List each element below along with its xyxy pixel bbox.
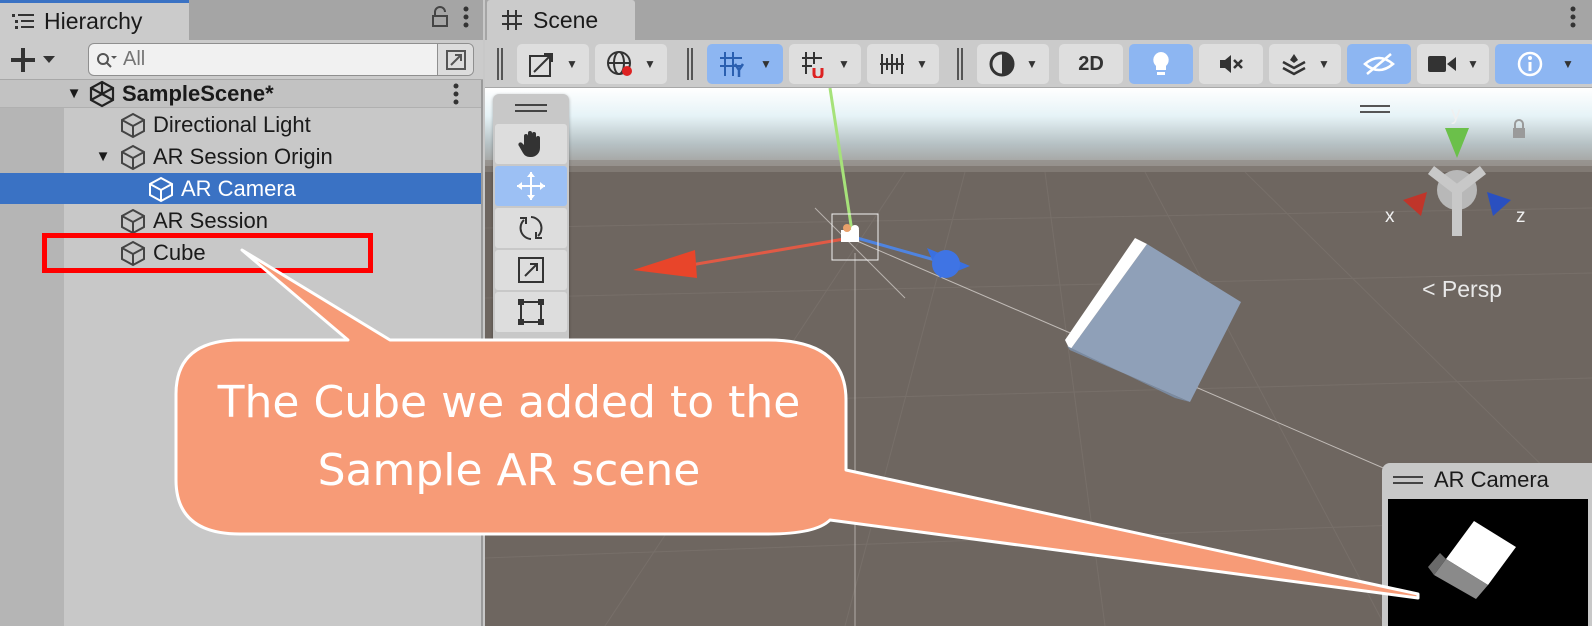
- scene-tab-bar: Scene: [485, 0, 1592, 40]
- rotate-icon: [519, 216, 543, 240]
- search-icon: [97, 52, 117, 68]
- scale-tool-button[interactable]: [495, 250, 567, 290]
- grid-hash-icon: [502, 10, 522, 30]
- projection-label: Persp: [1441, 276, 1502, 302]
- hierarchy-toolbar: [0, 40, 483, 80]
- expand-arrow-icon[interactable]: ▼: [66, 85, 82, 102]
- scale-icon: [518, 257, 544, 283]
- camera-preview-header[interactable]: AR Camera: [1382, 463, 1592, 497]
- shaded-sphere-icon: [989, 51, 1015, 77]
- info-icon: [1517, 51, 1543, 77]
- layers-effects-icon: [1282, 54, 1306, 76]
- rect-transform-icon: [529, 53, 554, 77]
- globe-icon: [607, 51, 633, 76]
- more-options-icon[interactable]: [453, 83, 459, 105]
- tool-palette-handle[interactable]: [493, 94, 569, 122]
- hierarchy-item-label: AR Session: [153, 207, 268, 233]
- tool-palette: [493, 94, 569, 344]
- more-options-icon[interactable]: [1570, 6, 1576, 28]
- list-icon: [12, 13, 34, 29]
- hand-icon: [518, 131, 540, 158]
- hierarchy-item-label: AR Camera: [181, 175, 296, 201]
- scene-title: Scene: [533, 6, 599, 33]
- chevron-left-icon: <: [1422, 276, 1436, 302]
- expand-arrow-icon[interactable]: ▼: [95, 148, 111, 165]
- hierarchy-item-ar-camera[interactable]: AR Camera: [0, 173, 481, 204]
- toggle-2d-label: 2D: [1078, 52, 1104, 75]
- scene-name: SampleScene*: [122, 80, 274, 106]
- light-bulb-icon: [1153, 52, 1169, 75]
- audio-toggle[interactable]: [1199, 44, 1263, 84]
- toggle-2d-button[interactable]: 2D: [1059, 44, 1123, 84]
- gameobject-cube-icon: [149, 176, 173, 202]
- unity-logo-icon: [89, 80, 115, 107]
- hierarchy-tab-bar: Hierarchy: [0, 0, 483, 40]
- transform-tools-dropdown[interactable]: ▼: [517, 44, 589, 84]
- hierarchy-title: Hierarchy: [44, 8, 143, 34]
- expand-search-icon: [445, 49, 466, 70]
- drag-handle-icon: [1393, 476, 1423, 484]
- hierarchy-item-directional-light[interactable]: Directional Light: [0, 109, 481, 140]
- projection-toggle[interactable]: < Persp: [1422, 276, 1502, 303]
- annotation-line-2: Sample AR scene: [317, 445, 701, 496]
- hand-tool-button[interactable]: [495, 124, 567, 164]
- global-local-dropdown[interactable]: ▼: [595, 44, 667, 84]
- search-field[interactable]: [88, 43, 474, 76]
- scene-toolbar: ▼ ▼ ▼ ▼ ▼ ▼ 2D ▼ ▼ ▼: [485, 40, 1592, 88]
- search-by-type-button[interactable]: [437, 44, 473, 75]
- gameobject-cube-icon: [121, 208, 145, 234]
- chevron-down-icon: [43, 56, 55, 63]
- axis-label-y: y: [1451, 104, 1461, 125]
- increment-snap-dropdown[interactable]: ▼: [867, 44, 939, 84]
- camera-preview: AR Camera: [1382, 463, 1592, 626]
- effects-dropdown[interactable]: ▼: [1269, 44, 1341, 84]
- lighting-toggle[interactable]: [1129, 44, 1193, 84]
- gameobject-cube-icon: [121, 144, 145, 170]
- hierarchy-item-ar-session[interactable]: AR Session: [0, 205, 481, 236]
- eye-hidden-icon: [1363, 53, 1395, 75]
- snap-dropdown[interactable]: ▼: [789, 44, 861, 84]
- cube-highlight-box: [42, 233, 373, 273]
- rect-icon: [518, 299, 544, 325]
- grid-y-icon: [720, 52, 745, 77]
- camera-preview-view: [1388, 499, 1588, 626]
- axis-label-z: z: [1516, 206, 1526, 227]
- draw-mode-dropdown[interactable]: ▼: [977, 44, 1049, 84]
- tab-hierarchy[interactable]: Hierarchy: [0, 0, 189, 40]
- camera-preview-title: AR Camera: [1434, 467, 1549, 492]
- hierarchy-item-label: Directional Light: [153, 111, 311, 137]
- axis-label-x: x: [1385, 206, 1395, 227]
- hierarchy-item-ar-session-origin[interactable]: ▼ AR Session Origin: [0, 141, 481, 172]
- hierarchy-item-label: AR Session Origin: [153, 143, 333, 169]
- gameobject-cube-icon: [121, 112, 145, 138]
- scene-visibility-toggle[interactable]: [1347, 44, 1411, 84]
- more-options-icon[interactable]: [463, 6, 469, 28]
- grid-toggle[interactable]: ▼: [707, 44, 783, 84]
- audio-mute-icon: [1220, 55, 1243, 73]
- move-tool-button[interactable]: [495, 166, 567, 206]
- tab-scene[interactable]: Scene: [487, 0, 635, 40]
- camera-settings-dropdown[interactable]: ▼: [1417, 44, 1489, 84]
- annotation-line-1: The Cube we added to the: [217, 377, 801, 428]
- gizmos-dropdown[interactable]: ▼: [1495, 44, 1592, 84]
- snap-magnet-icon: [802, 52, 824, 78]
- add-object-button[interactable]: [10, 44, 68, 76]
- toolbar-grip[interactable]: [957, 48, 963, 80]
- rotate-tool-button[interactable]: [495, 208, 567, 248]
- toolbar-grip[interactable]: [687, 48, 693, 80]
- lock-icon[interactable]: [431, 6, 449, 28]
- plus-icon: [11, 48, 35, 72]
- search-input[interactable]: [123, 45, 423, 74]
- ruler-icon: [880, 54, 905, 74]
- toolbar-grip[interactable]: [497, 48, 503, 80]
- annotation-text: The Cube we added to the Sample AR scene: [176, 340, 842, 534]
- scene-row[interactable]: ▼ SampleScene*: [0, 80, 481, 108]
- rect-tool-button[interactable]: [495, 292, 567, 332]
- video-camera-icon: [1428, 56, 1457, 72]
- move-arrows-icon: [517, 172, 545, 200]
